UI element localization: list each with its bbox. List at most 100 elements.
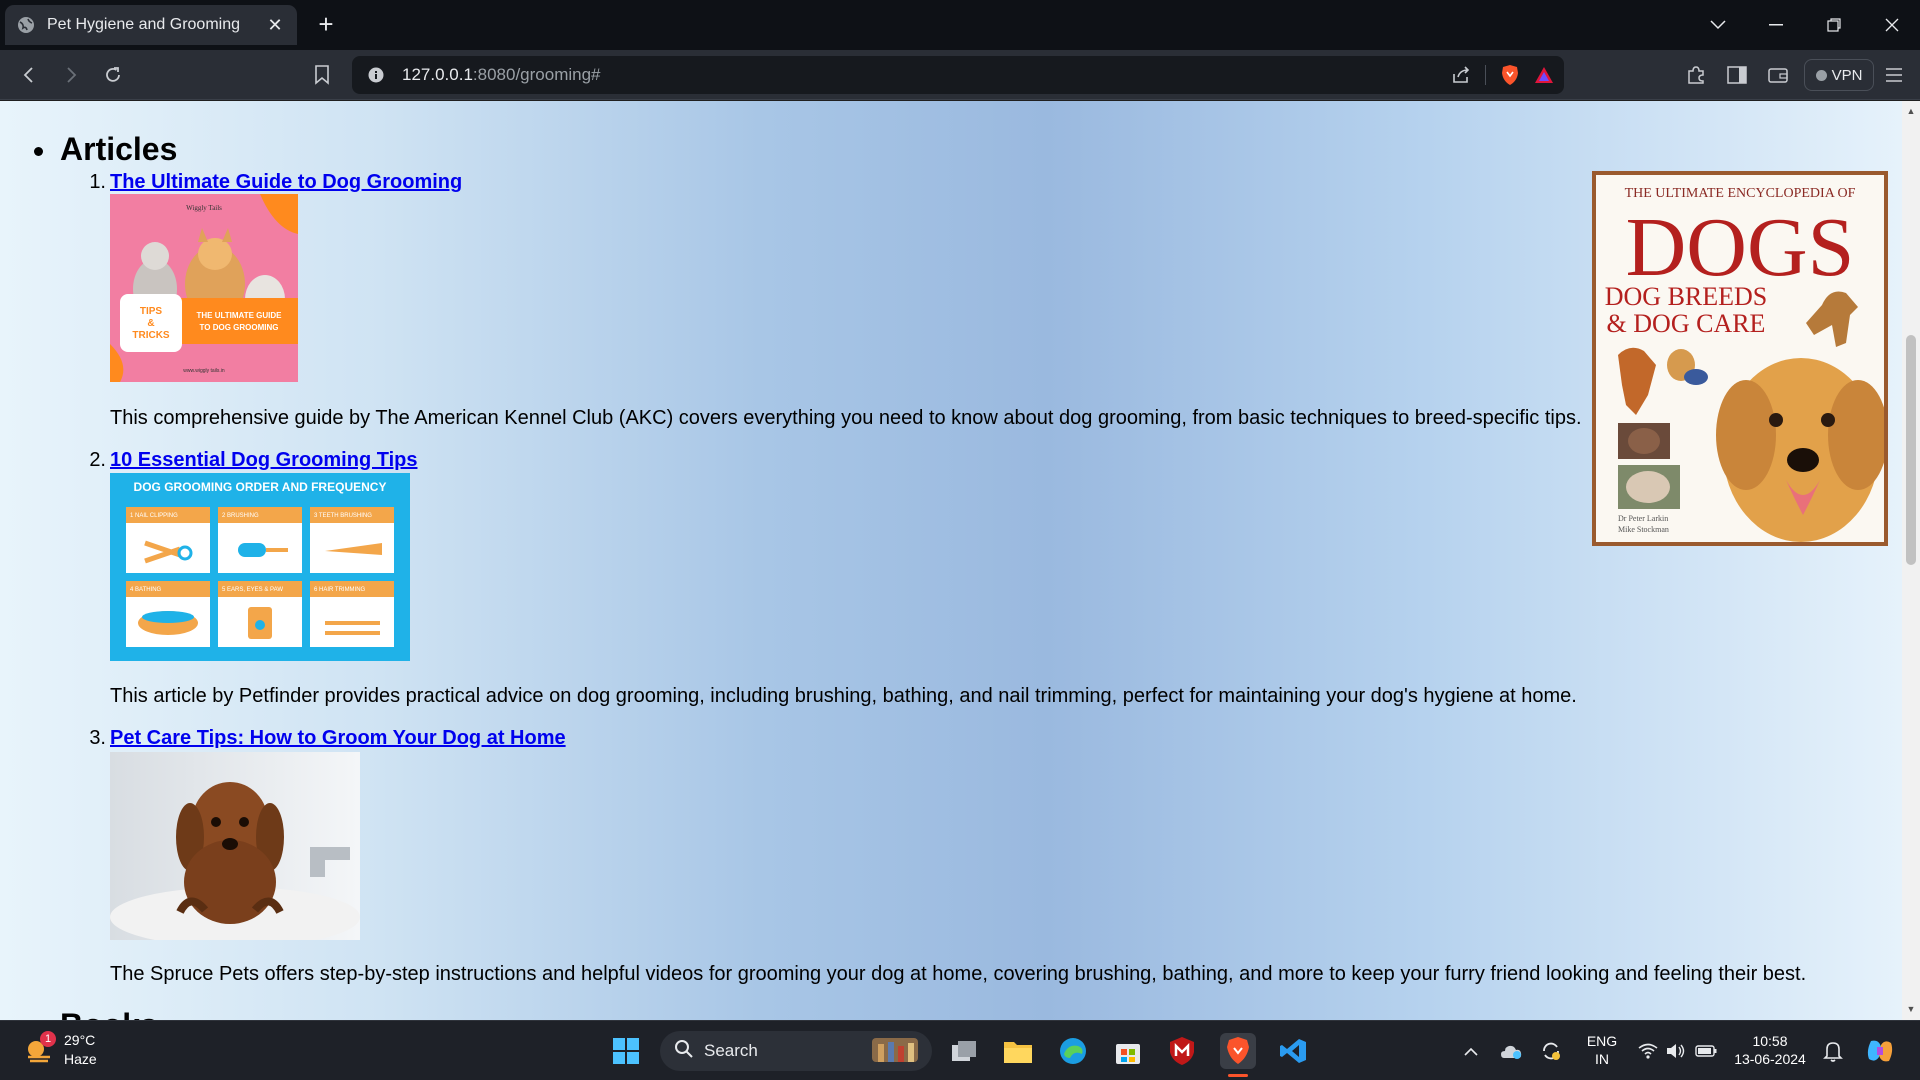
svg-text:&: & — [147, 318, 154, 329]
tab-strip: Pet Hygiene and Grooming ✕ + — [0, 0, 1920, 50]
svg-text:Wiggly Tails: Wiggly Tails — [186, 204, 222, 212]
svg-text:3 TEETH BRUSHING: 3 TEETH BRUSHING — [314, 513, 372, 519]
svg-text:THE ULTIMATE GUIDE: THE ULTIMATE GUIDE — [196, 311, 282, 320]
svg-text:TO DOG GROOMING: TO DOG GROOMING — [200, 323, 279, 332]
menu-hamburger-icon[interactable] — [1880, 61, 1908, 89]
svg-text:Dr Peter Larkin: Dr Peter Larkin — [1618, 514, 1668, 523]
svg-text:1 NAIL CLIPPING: 1 NAIL CLIPPING — [130, 513, 178, 519]
sidebar-icon[interactable] — [1723, 61, 1751, 89]
article-number: 3. — [89, 727, 106, 749]
search-highlight-icon — [864, 1034, 924, 1069]
minimize-icon[interactable] — [1748, 0, 1804, 50]
svg-text:www.wiggly tails.in: www.wiggly tails.in — [183, 368, 225, 374]
clock[interactable]: 10:58 13-06-2024 — [1730, 1032, 1810, 1068]
onedrive-cloud-icon[interactable] — [1496, 1033, 1526, 1069]
back-arrow-icon[interactable] — [15, 61, 43, 89]
image-badge-text: TIPS — [140, 306, 163, 317]
restore-icon[interactable] — [1806, 0, 1862, 50]
weather-temp: 29°C — [64, 1032, 96, 1048]
forward-arrow-icon[interactable] — [57, 61, 85, 89]
close-tab-icon[interactable]: ✕ — [265, 15, 285, 35]
extensions-puzzle-icon[interactable] — [1682, 61, 1710, 89]
bookmark-icon[interactable] — [308, 61, 336, 89]
taskbar-search[interactable]: Search — [660, 1031, 932, 1071]
tray-chevron-up-icon[interactable] — [1456, 1033, 1486, 1069]
language-indicator[interactable]: ENG IN — [1580, 1032, 1624, 1068]
list-bullet — [34, 147, 43, 156]
weather-desc: Haze — [64, 1051, 97, 1067]
mcafee-shield-icon[interactable] — [1164, 1033, 1200, 1069]
vscode-icon[interactable] — [1275, 1033, 1311, 1069]
article-link-ultimate-guide[interactable]: The Ultimate Guide to Dog Grooming — [110, 171, 462, 194]
scroll-thumb[interactable] — [1906, 335, 1916, 565]
edge-browser-icon[interactable] — [1055, 1033, 1091, 1069]
page-scrollbar[interactable]: ▲ ▼ — [1902, 101, 1920, 1020]
tab-search-chevron-icon[interactable] — [1690, 0, 1746, 50]
windows-start-icon[interactable] — [608, 1033, 644, 1069]
article-number: 2. — [89, 449, 106, 471]
svg-text:THE ULTIMATE ENCYCLOPEDIA OF: THE ULTIMATE ENCYCLOPEDIA OF — [1625, 186, 1856, 201]
clock-date: 13-06-2024 — [1734, 1051, 1806, 1067]
article-link-essential-tips[interactable]: 10 Essential Dog Grooming Tips — [110, 449, 417, 472]
svg-text:DOG GROOMING ORDER AND FREQUEN: DOG GROOMING ORDER AND FREQUENCY — [134, 480, 387, 494]
weather-widget[interactable]: 1 29°C Haze — [20, 1031, 120, 1071]
article-image-wet-dog[interactable] — [110, 752, 360, 940]
svg-text:DOGS: DOGS — [1626, 201, 1855, 294]
books-heading: Books — [60, 1007, 158, 1020]
scroll-up-arrow-icon[interactable]: ▲ — [1902, 103, 1920, 119]
url-host: 127.0.0.1 — [402, 65, 473, 84]
url-path: :8080/grooming# — [472, 65, 601, 84]
site-info-icon[interactable] — [366, 65, 386, 85]
svg-text:DOG BREEDS: DOG BREEDS — [1605, 282, 1768, 311]
vpn-button[interactable]: VPN — [1804, 59, 1874, 91]
page-content: Articles 1. The Ultimate Guide to Dog Gr… — [0, 101, 1902, 1020]
tab-title: Pet Hygiene and Grooming — [47, 16, 240, 33]
language-code: ENG — [1586, 1033, 1618, 1049]
article-link-groom-at-home[interactable]: Pet Care Tips: How to Groom Your Dog at … — [110, 727, 566, 750]
task-view-icon[interactable] — [946, 1033, 982, 1069]
article-image-grooming-guide[interactable]: TIPS & TRICKS THE ULTIMATE GUIDE TO DOG … — [110, 194, 298, 382]
book-cover-dogs-encyclopedia[interactable]: THE ULTIMATE ENCYCLOPEDIA OF DOGS DOG BR… — [1592, 171, 1888, 546]
svg-text:& DOG CARE: & DOG CARE — [1607, 309, 1766, 338]
language-region: IN — [1595, 1051, 1609, 1067]
svg-text:Mike Stockman: Mike Stockman — [1618, 525, 1669, 534]
weather-alert-badge: 1 — [40, 1031, 56, 1047]
windows-taskbar: 1 29°C Haze Search ENG IN 10:58 13-06-20… — [0, 1020, 1920, 1080]
vpn-label: VPN — [1831, 66, 1863, 84]
close-window-icon[interactable] — [1864, 0, 1920, 50]
omnibox-divider — [1485, 65, 1486, 85]
sync-icon[interactable] — [1536, 1033, 1566, 1069]
address-bar[interactable]: 127.0.0.1:8080/grooming# — [352, 56, 1564, 94]
svg-text:5 EARS, EYES & PAW: 5 EARS, EYES & PAW — [222, 587, 283, 593]
battery-icon[interactable] — [1692, 1033, 1720, 1069]
search-placeholder: Search — [704, 1041, 758, 1060]
article-description: The Spruce Pets offers step-by-step inst… — [110, 963, 1807, 985]
scroll-down-arrow-icon[interactable]: ▼ — [1902, 1001, 1920, 1017]
active-app-indicator — [1228, 1074, 1248, 1077]
svg-text:4 BATHING: 4 BATHING — [130, 587, 162, 593]
brave-shields-icon[interactable] — [1496, 64, 1524, 86]
brave-browser-taskbar-icon[interactable] — [1220, 1033, 1256, 1077]
article-description: This article by Petfinder provides pract… — [110, 685, 1577, 707]
wifi-icon[interactable] — [1634, 1033, 1662, 1069]
volume-icon[interactable] — [1662, 1033, 1690, 1069]
svg-text:6 HAIR TRIMMING: 6 HAIR TRIMMING — [314, 587, 366, 593]
svg-text:TRICKS: TRICKS — [132, 330, 170, 341]
wallet-icon[interactable] — [1764, 61, 1792, 89]
copilot-icon[interactable] — [1862, 1033, 1898, 1069]
file-explorer-icon[interactable] — [1000, 1033, 1036, 1069]
microsoft-store-icon[interactable] — [1110, 1033, 1146, 1069]
globe-icon — [17, 16, 35, 34]
browser-tab[interactable]: Pet Hygiene and Grooming ✕ — [5, 5, 297, 45]
reload-icon[interactable] — [99, 61, 127, 89]
svg-text:2 BRUSHING: 2 BRUSHING — [222, 513, 259, 519]
browser-toolbar: 127.0.0.1:8080/grooming# VPN — [0, 50, 1920, 100]
vpn-status-icon — [1815, 69, 1827, 81]
share-icon[interactable] — [1447, 66, 1475, 84]
brave-rewards-icon[interactable] — [1524, 66, 1564, 84]
search-icon — [674, 1039, 694, 1064]
new-tab-icon[interactable]: + — [312, 9, 340, 39]
article-image-grooming-frequency[interactable]: DOG GROOMING ORDER AND FREQUENCY 1 NAIL … — [110, 473, 410, 661]
notification-bell-icon[interactable] — [1818, 1033, 1848, 1069]
clock-time: 10:58 — [1752, 1033, 1788, 1049]
